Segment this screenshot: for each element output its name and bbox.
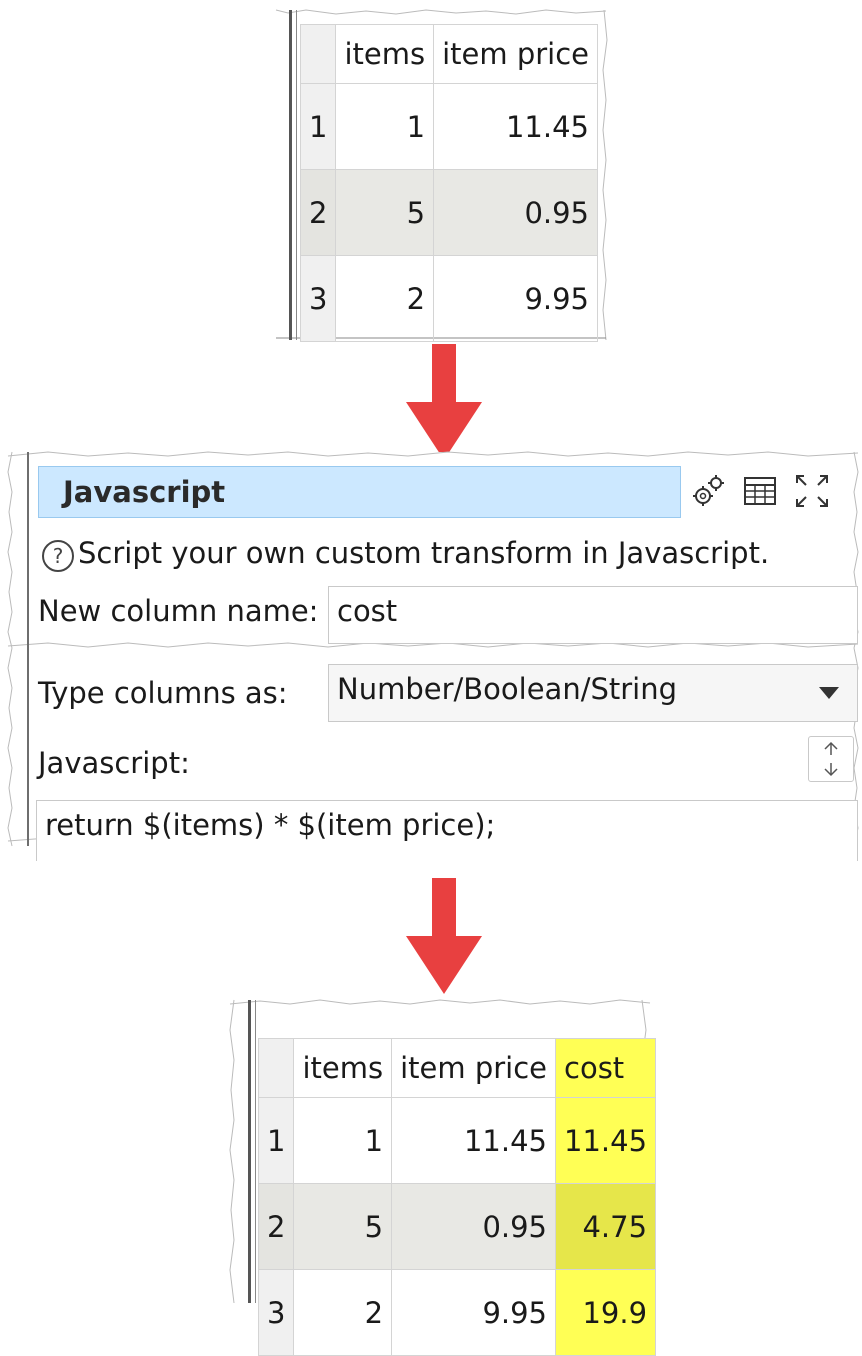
cell-items[interactable]: 5 bbox=[335, 169, 435, 256]
javascript-code: return $(items) * $(item price); bbox=[45, 808, 496, 842]
down-arrow-icon bbox=[406, 344, 482, 460]
row-number[interactable]: 3 bbox=[299, 255, 337, 342]
row-number[interactable]: 2 bbox=[299, 169, 337, 256]
input-table-snippet: items item price 1 1 11.45 2 5 0.95 3 2 … bbox=[275, 9, 608, 342]
cell-cost[interactable]: 19.9 bbox=[555, 1269, 657, 1356]
cell-items[interactable]: 5 bbox=[293, 1183, 393, 1270]
header-row: items item price cost bbox=[257, 1038, 657, 1098]
row-number[interactable]: 2 bbox=[257, 1183, 295, 1270]
table-left-border-thin bbox=[296, 10, 297, 340]
header-row: items item price bbox=[299, 24, 599, 84]
output-table-snippet: items item price cost 1 1 11.45 11.45 2 … bbox=[229, 999, 657, 1356]
corner-cell bbox=[257, 1038, 295, 1098]
row-number[interactable]: 3 bbox=[257, 1269, 295, 1356]
cell-items[interactable]: 2 bbox=[293, 1269, 393, 1356]
help-icon[interactable]: ? bbox=[42, 540, 74, 572]
table-left-border-thin bbox=[255, 1000, 256, 1303]
javascript-editor[interactable]: return $(items) * $(item price); bbox=[36, 800, 858, 861]
table-row: 3 2 9.95 bbox=[299, 255, 599, 342]
table-left-border bbox=[289, 10, 292, 340]
new-column-name-value: cost bbox=[337, 594, 398, 628]
panel-titlebar: Javascript bbox=[38, 466, 681, 518]
transform-panel-lower: Type columns as: Number/Boolean/String J… bbox=[7, 647, 859, 861]
cell-items[interactable]: 2 bbox=[335, 255, 435, 342]
input-table: items item price 1 1 11.45 2 5 0.95 3 2 … bbox=[299, 24, 599, 342]
corner-cell bbox=[299, 24, 337, 84]
table-left-border bbox=[248, 1000, 251, 1303]
column-header-items[interactable]: items bbox=[335, 24, 435, 84]
cell-item-price[interactable]: 0.95 bbox=[391, 1183, 557, 1270]
cell-cost[interactable]: 4.75 bbox=[555, 1183, 657, 1270]
table-row: 2 5 0.95 bbox=[299, 169, 599, 256]
cell-item-price[interactable]: 9.95 bbox=[391, 1269, 557, 1356]
dropdown-arrow-icon bbox=[819, 687, 839, 699]
resize-vertical-icon[interactable] bbox=[808, 736, 854, 782]
cell-item-price[interactable]: 9.95 bbox=[433, 255, 599, 342]
panel-left-border bbox=[27, 452, 29, 648]
cell-item-price[interactable]: 11.45 bbox=[391, 1097, 557, 1184]
cell-cost[interactable]: 11.45 bbox=[555, 1097, 657, 1184]
transform-panel: Javascript ? Script your own custom tran… bbox=[7, 451, 859, 649]
type-columns-label: Type columns as: bbox=[38, 676, 288, 710]
panel-left-border bbox=[27, 648, 29, 846]
panel-title: Javascript bbox=[63, 475, 226, 509]
maximize-icon[interactable] bbox=[788, 466, 836, 516]
cell-item-price[interactable]: 0.95 bbox=[433, 169, 599, 256]
type-columns-select[interactable]: Number/Boolean/String bbox=[328, 664, 858, 722]
table-row: 1 1 11.45 11.45 bbox=[257, 1097, 657, 1184]
down-arrow-icon bbox=[406, 878, 482, 994]
gear-icon[interactable] bbox=[684, 466, 732, 516]
new-column-label: New column name: bbox=[38, 594, 319, 628]
row-number[interactable]: 1 bbox=[257, 1097, 295, 1184]
cell-item-price[interactable]: 11.45 bbox=[433, 83, 599, 170]
output-table: items item price cost 1 1 11.45 11.45 2 … bbox=[257, 1038, 657, 1356]
column-header-items[interactable]: items bbox=[293, 1038, 393, 1098]
table-icon[interactable] bbox=[736, 466, 784, 516]
new-column-name-input[interactable]: cost bbox=[328, 586, 858, 644]
table-row: 1 1 11.45 bbox=[299, 83, 599, 170]
column-header-item-price[interactable]: item price bbox=[391, 1038, 557, 1098]
cell-items[interactable]: 1 bbox=[335, 83, 435, 170]
column-header-cost[interactable]: cost bbox=[555, 1038, 657, 1098]
javascript-label: Javascript: bbox=[38, 746, 190, 780]
panel-description: Script your own custom transform in Java… bbox=[78, 536, 770, 570]
row-number[interactable]: 1 bbox=[299, 83, 337, 170]
type-columns-value: Number/Boolean/String bbox=[337, 672, 678, 706]
table-row: 3 2 9.95 19.9 bbox=[257, 1269, 657, 1356]
column-header-item-price[interactable]: item price bbox=[433, 24, 599, 84]
cell-items[interactable]: 1 bbox=[293, 1097, 393, 1184]
table-row: 2 5 0.95 4.75 bbox=[257, 1183, 657, 1270]
